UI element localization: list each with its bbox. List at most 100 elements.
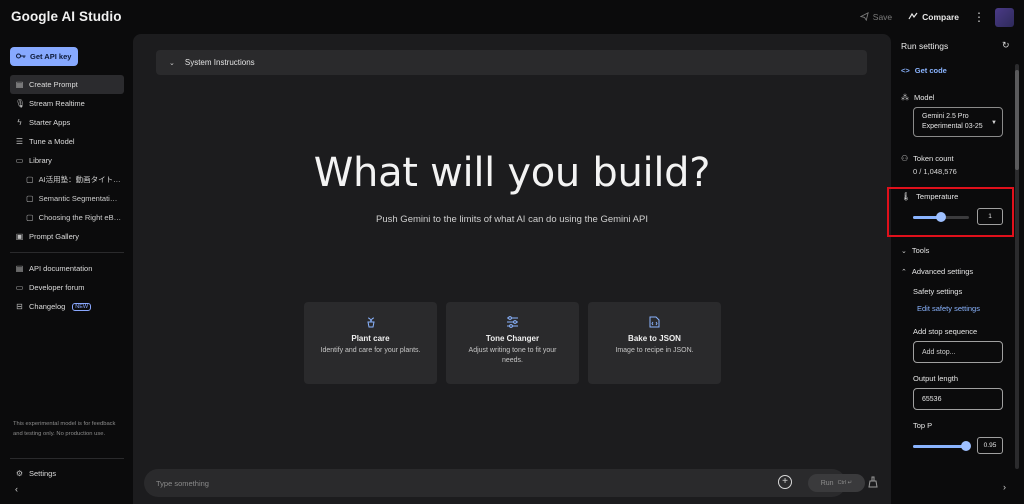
sidebar-item-library[interactable]: ▭ Library [10,151,124,170]
compare-label: Compare [922,12,959,22]
top-p-label: Top P [913,421,933,430]
compare-icon [908,12,918,23]
code-icon: <> [901,66,910,75]
run-label: Run [820,479,834,487]
temperature-input[interactable]: 1 [977,208,1003,225]
library-item[interactable]: ▢ Choosing the Right eB… [10,208,124,227]
top-p-input[interactable]: 0.95 [977,437,1003,454]
settings-scrollbar[interactable] [1015,64,1019,469]
library-item-label: Semantic Segmentati… [38,194,118,203]
card-title: Bake to JSON [628,334,681,343]
run-button[interactable]: Run Ctrl ↵ [808,474,865,492]
sidebar-item-starter-apps[interactable]: ϟ Starter Apps [10,113,124,132]
changelog-icon: ⊟ [16,302,23,311]
collapse-sidebar-icon[interactable]: ‹ [15,484,18,494]
sidebar-item-label: Stream Realtime [29,99,85,108]
library-item[interactable]: ▢ AI活用塾：動画タイト… [10,170,124,189]
get-api-key-label: Get API key [30,52,72,61]
prompt-composer[interactable]: Type something + Run Ctrl ↵ [144,469,865,497]
output-length-input[interactable]: 65536 [913,388,1003,410]
add-icon[interactable]: + [778,475,792,489]
sliders-icon [506,316,519,330]
app-root: Google AI Studio Save Compare ⋮ Get API … [0,0,1024,504]
card-bake-to-json[interactable]: Bake to JSON Image to recipe in JSON. [588,302,721,384]
get-api-key-button[interactable]: Get API key [10,47,78,66]
system-instructions-label: System Instructions [184,58,255,67]
output-length-label: Output length [913,374,959,383]
chat-icon: ▢ [26,175,34,184]
sidebar-nav: ▤ Create Prompt 🎙 Stream Realtime ϟ Star… [10,75,124,316]
stop-sequence-input[interactable]: Add stop... [913,341,1003,363]
save-label: Save [872,12,893,22]
sidebar-item-label: Starter Apps [29,118,71,127]
sidebar-item-label: Create Prompt [29,80,78,89]
slider-knob[interactable] [936,212,946,222]
get-code-label: Get code [914,66,947,75]
temperature-slider[interactable] [913,212,969,222]
model-label: ⁂ Model [901,93,934,102]
tools-toggle[interactable]: ⌄ Tools [901,246,929,255]
token-icon: ⚇ [901,154,909,163]
scrollbar-thumb[interactable] [1015,70,1019,170]
sidebar-item-label: Library [29,156,52,165]
card-description: Image to recipe in JSON. [615,347,694,354]
forum-icon: ▭ [15,283,24,292]
prompt-input[interactable]: Type something [156,479,209,488]
plant-icon [365,316,377,330]
edit-safety-settings-link[interactable]: Edit safety settings [917,304,980,313]
sidebar-item-changelog[interactable]: ⊟ Changelog NEW [10,297,124,316]
collapse-right-panel-icon[interactable]: › [1003,482,1006,492]
tune-icon: ☰ [15,137,24,146]
card-title: Tone Changer [485,334,540,343]
sidebar-divider [10,252,124,253]
get-code-link[interactable]: <> Get code [901,66,947,75]
clear-icon[interactable] [868,476,878,491]
temperature-label: 🌡 Temperature [901,192,958,201]
gear-icon: ⚙ [15,469,24,478]
sidebar-item-api-docs[interactable]: ▤ API documentation [10,259,124,278]
top-p-slider[interactable] [913,441,971,451]
token-count-value: 0 / 1,048,576 [913,167,957,176]
run-settings-panel: Run settings ↻ <> Get code ⁂ Model Gemin… [887,34,1024,504]
system-instructions-toggle[interactable]: ⌄ System Instructions [156,50,867,75]
sidebar-item-tune-model[interactable]: ☰ Tune a Model [10,132,124,151]
avatar[interactable] [995,7,1014,27]
chat-icon: ▢ [26,213,34,222]
chat-icon: ▢ [26,194,34,203]
folder-icon: ▭ [15,156,24,165]
gallery-icon: ▣ [15,232,24,241]
card-title: Plant care [351,334,390,343]
model-value-line2: Experimental 03-25 [922,123,983,130]
chevron-down-icon: ⌄ [901,247,907,255]
library-item[interactable]: ▢ Semantic Segmentati… [10,189,124,208]
sidebar-item-label: Settings [29,469,57,478]
advanced-settings-label: Advanced settings [911,267,974,276]
compare-button[interactable]: Compare [908,12,959,23]
model-icon: ⁂ [901,93,909,102]
save-button[interactable]: Save [859,11,893,23]
card-tone-changer[interactable]: Tone Changer Adjust writing tone to fit … [446,302,579,384]
page-headline: What will you build? [313,150,711,196]
chevron-down-icon: ⌄ [169,59,175,67]
sidebar-item-stream-realtime[interactable]: 🎙 Stream Realtime [10,94,124,113]
token-count-label: ⚇ Token count [901,154,954,163]
top-bar: Google AI Studio Save Compare ⋮ [0,0,1024,34]
document-icon: ▤ [15,264,24,273]
sidebar-item-developer-forum[interactable]: ▭ Developer forum [10,278,124,297]
sidebar-item-label: API documentation [29,264,93,273]
slider-knob[interactable] [961,441,971,451]
save-icon [859,11,869,23]
reset-icon[interactable]: ↻ [1002,40,1010,51]
json-file-icon [649,316,660,330]
safety-settings-label: Safety settings [913,287,963,296]
stop-sequence-label: Add stop sequence [913,327,978,336]
sidebar-item-prompt-gallery[interactable]: ▣ Prompt Gallery [10,227,124,246]
card-plant-care[interactable]: Plant care Identify and care for your pl… [304,302,437,384]
model-select[interactable]: Gemini 2.5 Pro Experimental 03-25 ▼ [913,107,1003,137]
more-options-icon[interactable]: ⋮ [973,10,985,24]
sidebar-item-settings[interactable]: ⚙ Settings [10,464,124,483]
new-badge: NEW [72,302,92,311]
advanced-settings-toggle[interactable]: ⌃ Advanced settings [901,267,973,276]
sidebar-item-create-prompt[interactable]: ▤ Create Prompt [10,75,124,94]
run-shortcut: Ctrl ↵ [837,480,853,486]
